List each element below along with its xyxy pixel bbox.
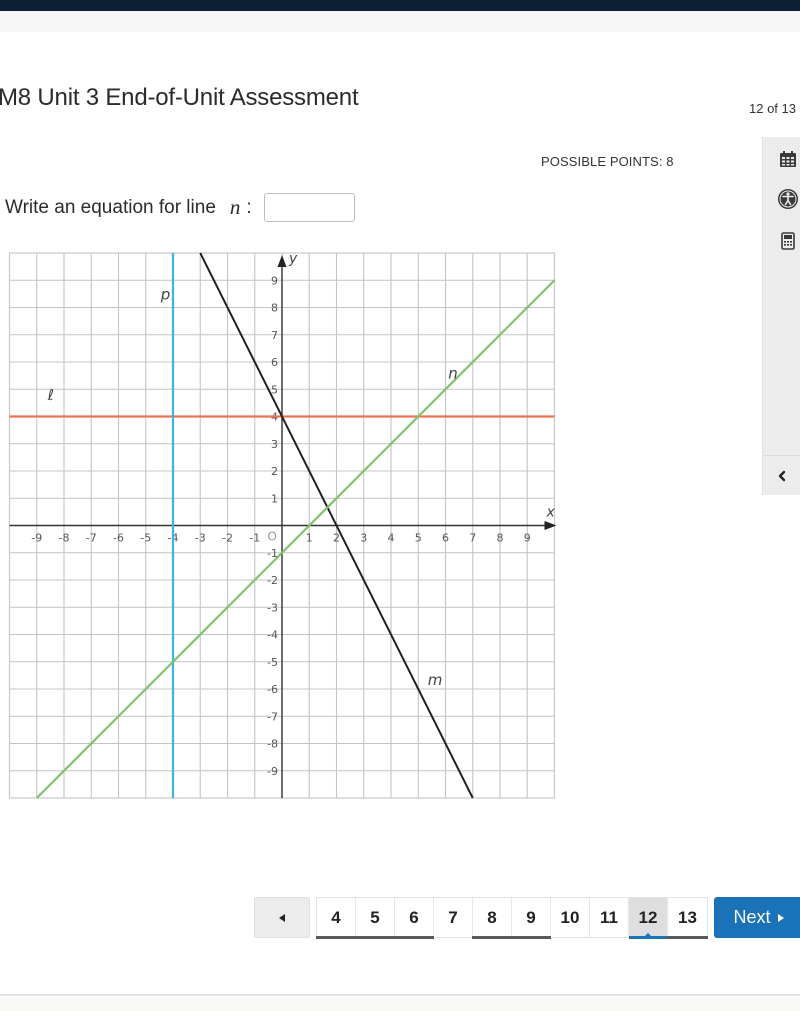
question-prompt: Write an equation for line n :	[5, 193, 355, 222]
x-tick-label: -9	[31, 532, 42, 545]
y-tick-label: -8	[267, 738, 278, 751]
calendar-icon	[780, 151, 796, 167]
tool-rail	[762, 137, 800, 495]
y-tick-label: -3	[267, 601, 278, 614]
y-tick-label: 1	[271, 492, 278, 505]
y-tick-label: 2	[271, 465, 278, 478]
x-tick-label: -3	[195, 532, 206, 545]
page-button-13[interactable]: 13	[667, 898, 708, 939]
y-tick-label: 9	[271, 274, 278, 287]
x-tick-label: -2	[222, 532, 233, 545]
page-button-5[interactable]: 5	[355, 898, 395, 939]
x-tick-label: -1	[249, 532, 260, 545]
y-tick-label: 6	[271, 356, 278, 369]
x-tick-label: 4	[388, 532, 395, 545]
y-tick-label: 7	[271, 329, 278, 342]
triangle-left-icon	[279, 913, 285, 922]
line-label-n: n	[448, 364, 458, 382]
y-tick-label: -6	[267, 683, 278, 696]
question-variable: n	[229, 195, 241, 219]
page-button-4[interactable]: 4	[316, 898, 356, 939]
question-progress: 12 of 13	[749, 101, 796, 116]
calendar-tool-button[interactable]	[777, 148, 799, 170]
line-label-l: ℓ	[47, 386, 54, 404]
sub-header-bar	[0, 11, 800, 32]
origin-label: O	[268, 530, 277, 544]
x-tick-label: 3	[360, 532, 367, 545]
x-tick-label: -5	[140, 532, 151, 545]
page-button-6[interactable]: 6	[394, 898, 434, 939]
calculator-tool-button[interactable]	[777, 230, 799, 252]
x-tick-label: 2	[333, 532, 340, 545]
chevron-left-icon	[778, 470, 786, 481]
y-tick-label: -7	[267, 710, 278, 723]
question-colon: :	[246, 196, 252, 218]
x-tick-label: -8	[59, 532, 70, 545]
question-pagination: 4 5 6 7 8 9 10 11 12 13 Next	[254, 897, 800, 939]
x-tick-label: 5	[415, 532, 422, 545]
x-tick-label: -7	[86, 532, 97, 545]
x-tick-label: 7	[469, 532, 476, 545]
page-button-12[interactable]: 12	[629, 898, 668, 939]
page-button-8[interactable]: 8	[472, 898, 512, 939]
y-tick-label: 3	[271, 438, 278, 451]
previous-question-button[interactable]	[254, 897, 310, 938]
x-tick-label: 6	[442, 532, 449, 545]
page-list: 4 5 6 7 8 9 10 11 12 13	[316, 897, 708, 939]
next-question-button[interactable]: Next	[714, 897, 800, 938]
page-button-10[interactable]: 10	[551, 898, 590, 937]
x-tick-label: 8	[497, 532, 504, 545]
y-tick-label: -5	[267, 656, 278, 669]
page-button-9[interactable]: 9	[511, 898, 551, 939]
triangle-right-icon	[777, 913, 784, 922]
y-tick-label: 8	[271, 302, 278, 315]
y-tick-label: -2	[267, 574, 278, 587]
x-axis-label: x	[546, 505, 556, 521]
question-text: Write an equation for line	[5, 196, 216, 218]
top-navigation-bar	[0, 0, 800, 11]
coordinate-graph: x y -9 -8 -7 -6 -5 -4 -3 -2 -1 1 2 3 4 5 6 7 8 9 -9 -8 -7 -6 -5 -…	[8, 251, 557, 799]
equation-answer-input[interactable]	[263, 193, 355, 222]
y-tick-label: 5	[271, 383, 278, 396]
y-tick-label: -4	[267, 629, 278, 642]
assessment-title: M8 Unit 3 End-of-Unit Assessment	[0, 84, 359, 111]
calculator-icon	[781, 232, 795, 250]
accessibility-icon	[778, 189, 798, 209]
collapse-tool-rail-button[interactable]	[763, 455, 800, 495]
possible-points: POSSIBLE POINTS: 8	[541, 154, 674, 169]
page-button-7[interactable]: 7	[434, 898, 473, 937]
y-tick-label: -9	[267, 765, 278, 778]
x-tick-label: 9	[524, 532, 531, 545]
footer-bar	[0, 996, 800, 1011]
line-label-p: p	[160, 285, 171, 303]
y-axis-label: y	[288, 251, 298, 267]
page-button-11[interactable]: 11	[590, 898, 629, 937]
next-label: Next	[733, 907, 771, 927]
accessibility-tool-button[interactable]	[777, 188, 799, 210]
line-label-m: m	[428, 671, 443, 689]
x-tick-label: -6	[113, 532, 124, 545]
x-tick-label: 1	[306, 532, 313, 545]
